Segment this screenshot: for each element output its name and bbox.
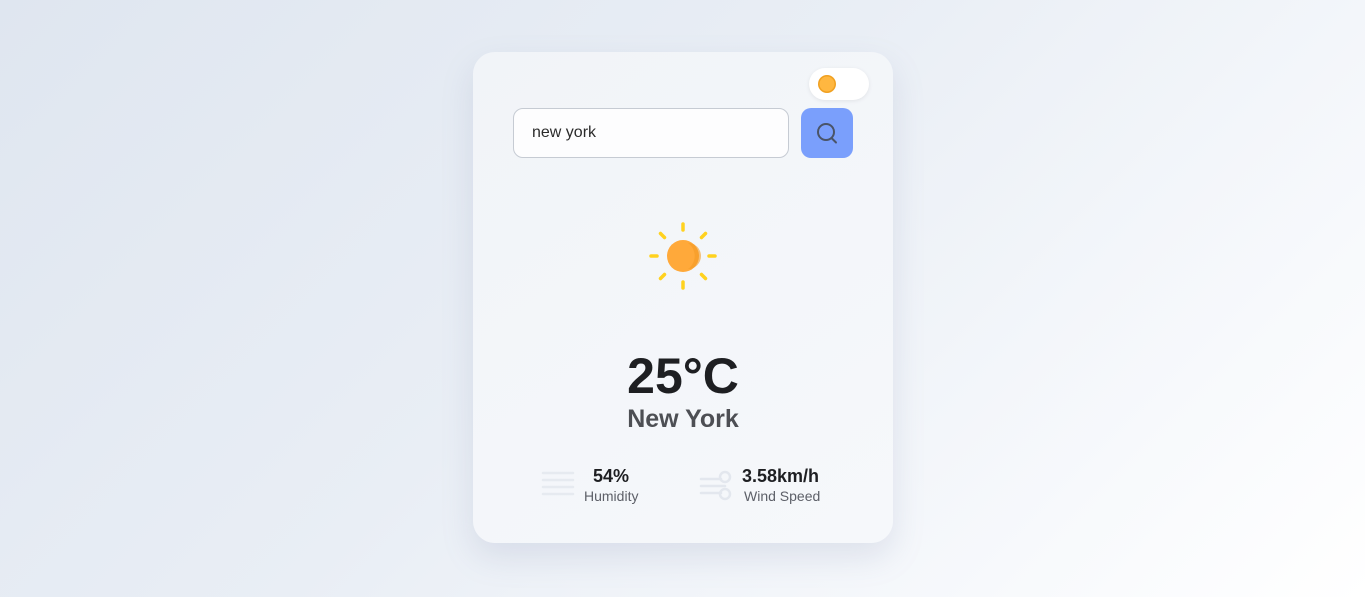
search-input[interactable] [513,108,789,158]
theme-toggle[interactable] [809,68,869,100]
humidity-value: 54% [593,466,630,486]
city-name: New York [627,405,739,433]
search-icon [817,123,837,144]
search-button[interactable] [801,108,853,158]
wind-label: Wind Speed [744,488,821,504]
humidity-icon [541,469,575,504]
weather-card: 25°C New York 54% Humidity [473,52,893,543]
humidity-label: Humidity [584,488,639,504]
sun-icon [817,74,837,94]
wind-icon [699,469,733,506]
wind-detail: 3.58km/h Wind Speed [699,465,839,505]
temperature: 25°C [627,348,739,404]
wind-value: 3.58km/h [742,466,820,486]
sun-icon [648,221,718,291]
humidity-detail: 54% Humidity [541,465,651,505]
